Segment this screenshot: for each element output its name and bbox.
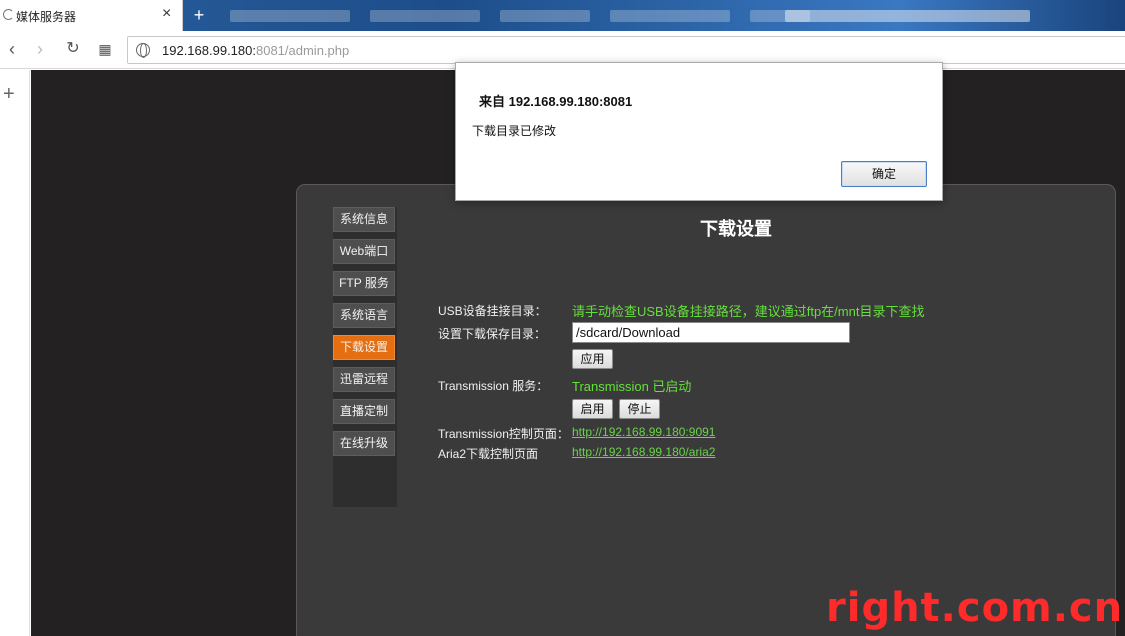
- address-bar[interactable]: 192.168.99.180:8081/admin.php: [127, 36, 1125, 64]
- aria2-page-link[interactable]: http://192.168.99.180/aria2: [572, 445, 715, 459]
- menu-item-system-info[interactable]: 系统信息: [333, 207, 395, 232]
- menu-item-ftp[interactable]: FTP 服务: [333, 271, 395, 296]
- usb-dir-label: USB设备挂接目录：: [438, 304, 547, 318]
- alert-dialog: 来自 192.168.99.180:8081 下载目录已修改 确定: [455, 62, 943, 201]
- ok-button[interactable]: 确定: [841, 161, 927, 187]
- browser-tab-active[interactable]: 媒体服务器 ×: [0, 0, 183, 31]
- back-icon[interactable]: ‹: [0, 37, 24, 61]
- save-dir-label: 设置下载保存目录：: [438, 327, 547, 341]
- loading-spinner-icon: [3, 9, 14, 20]
- browser-sidebar: +: [0, 70, 30, 636]
- usb-dir-hint: 请手动检查USB设备挂接路径，建议通过ftp在/mnt目录下查找: [572, 304, 925, 319]
- transmission-status: Transmission 已启动: [572, 379, 692, 394]
- settings-menu: 系统信息 Web端口 FTP 服务 系统语言 下载设置 迅雷远程 直播定制 在线…: [333, 207, 397, 507]
- globe-icon: [136, 43, 150, 58]
- transmission-page-link[interactable]: http://192.168.99.180:9091: [572, 425, 715, 439]
- apps-grid-icon[interactable]: ▦: [93, 37, 117, 61]
- transmission-label: Transmission 服务：: [438, 379, 549, 393]
- apply-button[interactable]: 应用: [572, 349, 613, 369]
- dialog-title: 来自 192.168.99.180:8081: [479, 94, 633, 109]
- save-dir-input[interactable]: [572, 322, 850, 343]
- page-title: 下载设置: [700, 219, 772, 239]
- menu-item-language[interactable]: 系统语言: [333, 303, 395, 328]
- stop-button[interactable]: 停止: [619, 399, 660, 419]
- watermark: right.com.cn: [826, 585, 1124, 631]
- menu-item-download-settings[interactable]: 下载设置: [333, 335, 395, 360]
- menu-item-live-custom[interactable]: 直播定制: [333, 399, 395, 424]
- menu-item-thunder-remote[interactable]: 迅雷远程: [333, 367, 395, 392]
- address-text: 192.168.99.180:8081/admin.php: [162, 43, 350, 58]
- settings-panel: 系统信息 Web端口 FTP 服务 系统语言 下载设置 迅雷远程 直播定制 在线…: [296, 184, 1116, 636]
- forward-icon[interactable]: ›: [28, 37, 52, 61]
- transmission-page-label: Transmission控制页面：: [438, 427, 569, 441]
- close-icon[interactable]: ×: [162, 5, 171, 23]
- background-tabs: [210, 10, 1030, 24]
- menu-item-web-port[interactable]: Web端口: [333, 239, 395, 264]
- menu-item-online-upgrade[interactable]: 在线升级: [333, 431, 395, 456]
- reload-icon[interactable]: ↻: [61, 37, 85, 61]
- new-tab-icon[interactable]: +: [190, 4, 208, 26]
- dialog-message: 下载目录已修改: [472, 124, 557, 138]
- browser-tab-bar: 媒体服务器 × +: [0, 0, 1125, 31]
- tab-title: 媒体服务器: [16, 10, 77, 24]
- add-icon[interactable]: +: [3, 84, 15, 104]
- aria2-page-label: Aria2下载控制页面: [438, 447, 539, 461]
- start-button[interactable]: 启用: [572, 399, 613, 419]
